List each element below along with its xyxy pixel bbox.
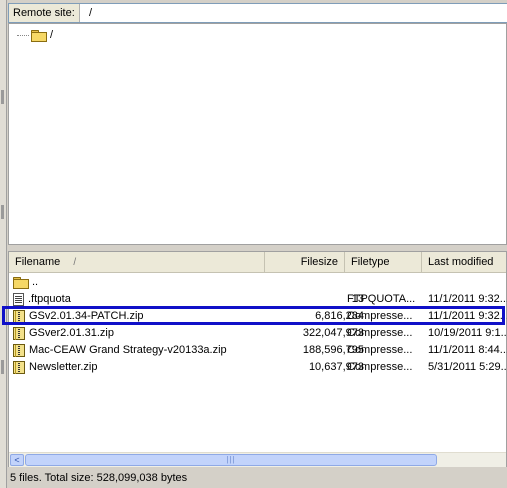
folder-icon — [13, 277, 29, 289]
filetype-cell: Compresse... — [347, 361, 413, 373]
remote-file-list[interactable]: Filename / Filesize Filetype Last modifi… — [8, 251, 507, 467]
filename-cell: Mac-CEAW Grand Strategy-v20133a.zip — [13, 342, 269, 359]
filename-cell: GSv2.01.34-PATCH.zip — [13, 308, 269, 325]
table-row[interactable]: .. — [9, 274, 506, 291]
horizontal-scrollbar[interactable]: < ||| — [9, 452, 506, 467]
column-header-last-modified[interactable]: Last modified — [422, 252, 506, 272]
folder-icon — [31, 29, 47, 42]
zip-icon — [13, 327, 25, 340]
filetype-cell: Compresse... — [347, 344, 413, 356]
filename-text: .. — [32, 276, 39, 288]
zip-icon — [13, 361, 25, 374]
filename-text: Newsletter.zip — [29, 361, 98, 373]
remote-directory-tree[interactable]: / — [8, 23, 507, 245]
column-header-filesize[interactable]: Filesize — [265, 252, 345, 272]
table-row[interactable]: GSver2.01.31.zip 322,047,973 Compresse..… — [9, 325, 507, 342]
sort-indicator-icon: / — [73, 257, 77, 268]
last-modified-cell: 11/1/2011 9:32... — [428, 310, 507, 322]
zip-icon — [13, 310, 25, 323]
filename-text: .ftpquota — [28, 293, 71, 305]
filename-text: Mac-CEAW Grand Strategy-v20133a.zip — [29, 344, 227, 356]
document-icon — [13, 293, 24, 306]
scrollbar-thumb[interactable]: ||| — [25, 454, 437, 466]
edge-tick — [1, 205, 4, 219]
filename-text: GSver2.01.31.zip — [29, 327, 114, 339]
status-bar: 5 files. Total size: 528,099,038 bytes — [8, 469, 507, 488]
filename-cell: Newsletter.zip — [13, 359, 269, 376]
scroll-left-arrow-icon[interactable]: < — [10, 454, 24, 466]
table-row[interactable]: .ftpquota 13 FTPQUOTA... 11/1/2011 9:32.… — [9, 291, 507, 308]
filename-cell: GSver2.01.31.zip — [13, 325, 269, 342]
remote-site-path-input[interactable] — [85, 4, 507, 22]
edge-tick — [1, 360, 4, 374]
filetype-cell: FTPQUOTA... — [347, 293, 416, 305]
remote-site-bar: Remote site: — [8, 3, 507, 23]
filename-cell: .ftpquota — [13, 291, 269, 308]
column-header-label: Filename — [15, 256, 61, 268]
left-pane-edge — [0, 0, 7, 488]
last-modified-cell: 5/31/2011 5:29... — [428, 361, 507, 373]
last-modified-cell: 10/19/2011 9:1... — [428, 327, 507, 339]
filetype-cell: Compresse... — [347, 310, 413, 322]
table-row[interactable]: GSv2.01.34-PATCH.zip 6,816,284 Compresse… — [9, 308, 507, 325]
table-row[interactable]: Newsletter.zip 10,637,973 Compresse... 5… — [9, 359, 507, 376]
column-header-filetype[interactable]: Filetype — [345, 252, 422, 272]
tree-node-label: / — [50, 29, 54, 41]
file-list-header: Filename / Filesize Filetype Last modifi… — [9, 252, 506, 273]
tree-connector — [17, 34, 29, 36]
filetype-cell: Compresse... — [347, 327, 413, 339]
filename-cell: .. — [13, 274, 269, 291]
tree-node-root[interactable]: / — [17, 27, 53, 43]
column-header-filename[interactable]: Filename / — [9, 252, 265, 272]
table-row[interactable]: Mac-CEAW Grand Strategy-v20133a.zip 188,… — [9, 342, 507, 359]
zip-icon — [13, 344, 25, 357]
last-modified-cell: 11/1/2011 9:32... — [428, 293, 507, 305]
edge-tick — [1, 90, 4, 104]
remote-site-pane: Remote site: / Filename / Filesize Filet… — [0, 0, 507, 488]
remote-site-label: Remote site: — [9, 4, 80, 22]
last-modified-cell: 11/1/2011 8:44... — [428, 344, 507, 356]
filename-text: GSv2.01.34-PATCH.zip — [29, 310, 144, 322]
